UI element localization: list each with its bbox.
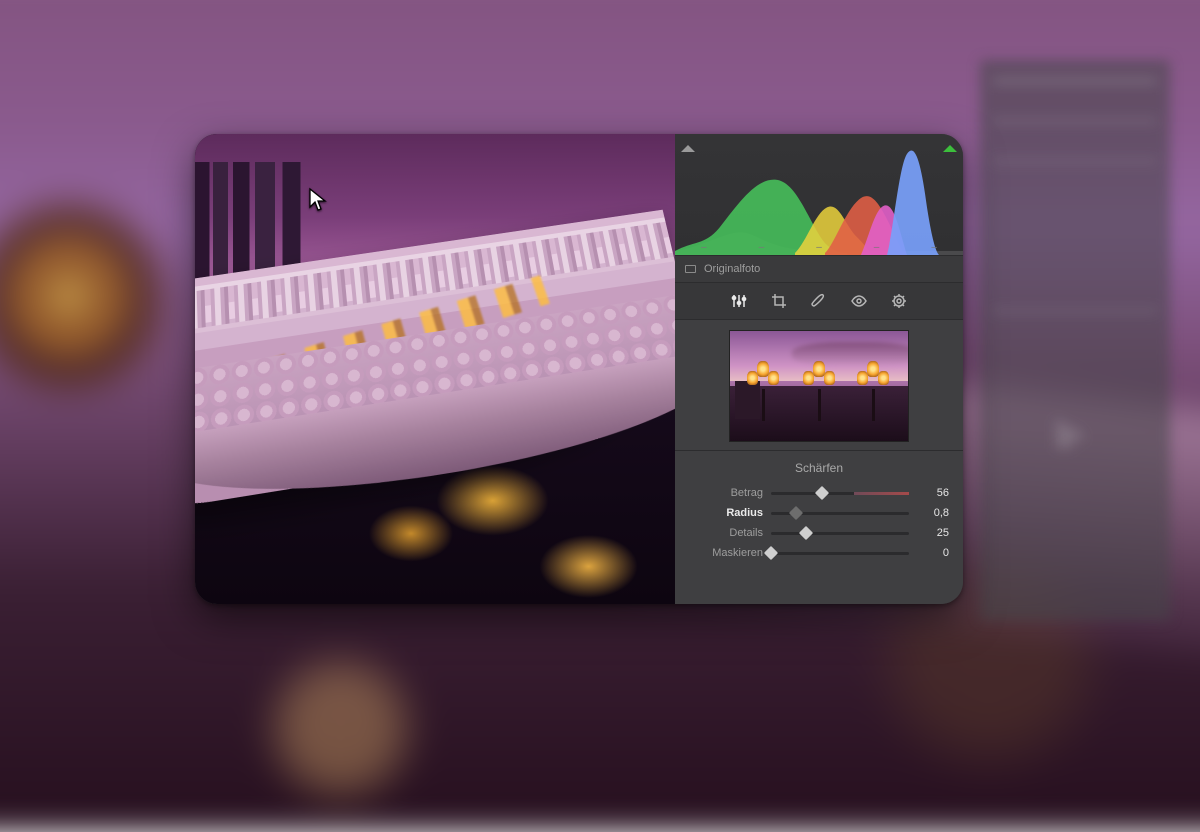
slider-track-betrag[interactable] <box>771 492 909 495</box>
crop-icon[interactable] <box>770 292 788 310</box>
histogram[interactable]: ––––– <box>675 134 963 256</box>
slider-row-betrag: Betrag 56 <box>689 483 949 503</box>
slider-value: 56 <box>917 487 949 499</box>
slider-track-radius[interactable] <box>771 512 909 515</box>
compare-icon <box>685 265 696 273</box>
slider-track-details[interactable] <box>771 532 909 535</box>
slider-knob-radius[interactable] <box>789 505 803 519</box>
background-panel-shadow <box>980 60 1170 620</box>
develop-panel: ––––– Originalfoto Schärfen B <box>675 134 963 604</box>
slider-track-maskieren[interactable] <box>771 552 909 555</box>
eye-icon[interactable] <box>850 292 868 310</box>
slider-label: Details <box>689 527 763 539</box>
histogram-ticks: ––––– <box>675 242 963 253</box>
slider-label: Betrag <box>689 487 763 499</box>
original-photo-label: Originalfoto <box>704 263 760 275</box>
slider-row-radius: Radius 0,8 <box>689 503 949 523</box>
section-title: Schärfen <box>689 461 949 475</box>
clip-shadows-icon[interactable] <box>681 138 695 152</box>
slider-value: 25 <box>917 527 949 539</box>
slider-row-details: Details 25 <box>689 523 949 543</box>
sharpen-section: Schärfen Betrag 56 Radius 0,8 Details <box>675 451 963 579</box>
slider-knob-details[interactable] <box>798 525 812 539</box>
slider-knob-maskieren[interactable] <box>764 545 778 559</box>
slider-knob-betrag[interactable] <box>815 485 829 499</box>
detail-thumbnail-wrap <box>675 320 963 451</box>
editor-card: ––––– Originalfoto Schärfen B <box>195 134 963 604</box>
slider-label: Maskieren <box>689 547 763 559</box>
detail-thumbnail[interactable] <box>729 330 909 442</box>
radial-icon[interactable] <box>890 292 908 310</box>
brush-icon[interactable] <box>810 292 828 310</box>
tool-strip <box>675 283 963 320</box>
image-preview[interactable] <box>195 134 675 604</box>
slider-label: Radius <box>689 507 763 519</box>
slider-row-maskieren: Maskieren 0 <box>689 543 949 563</box>
original-photo-row[interactable]: Originalfoto <box>675 256 963 283</box>
slider-value: 0 <box>917 547 949 559</box>
histogram-svg <box>675 134 963 255</box>
clip-highlights-icon[interactable] <box>943 138 957 152</box>
slider-value: 0,8 <box>917 507 949 519</box>
sliders-icon[interactable] <box>730 292 748 310</box>
